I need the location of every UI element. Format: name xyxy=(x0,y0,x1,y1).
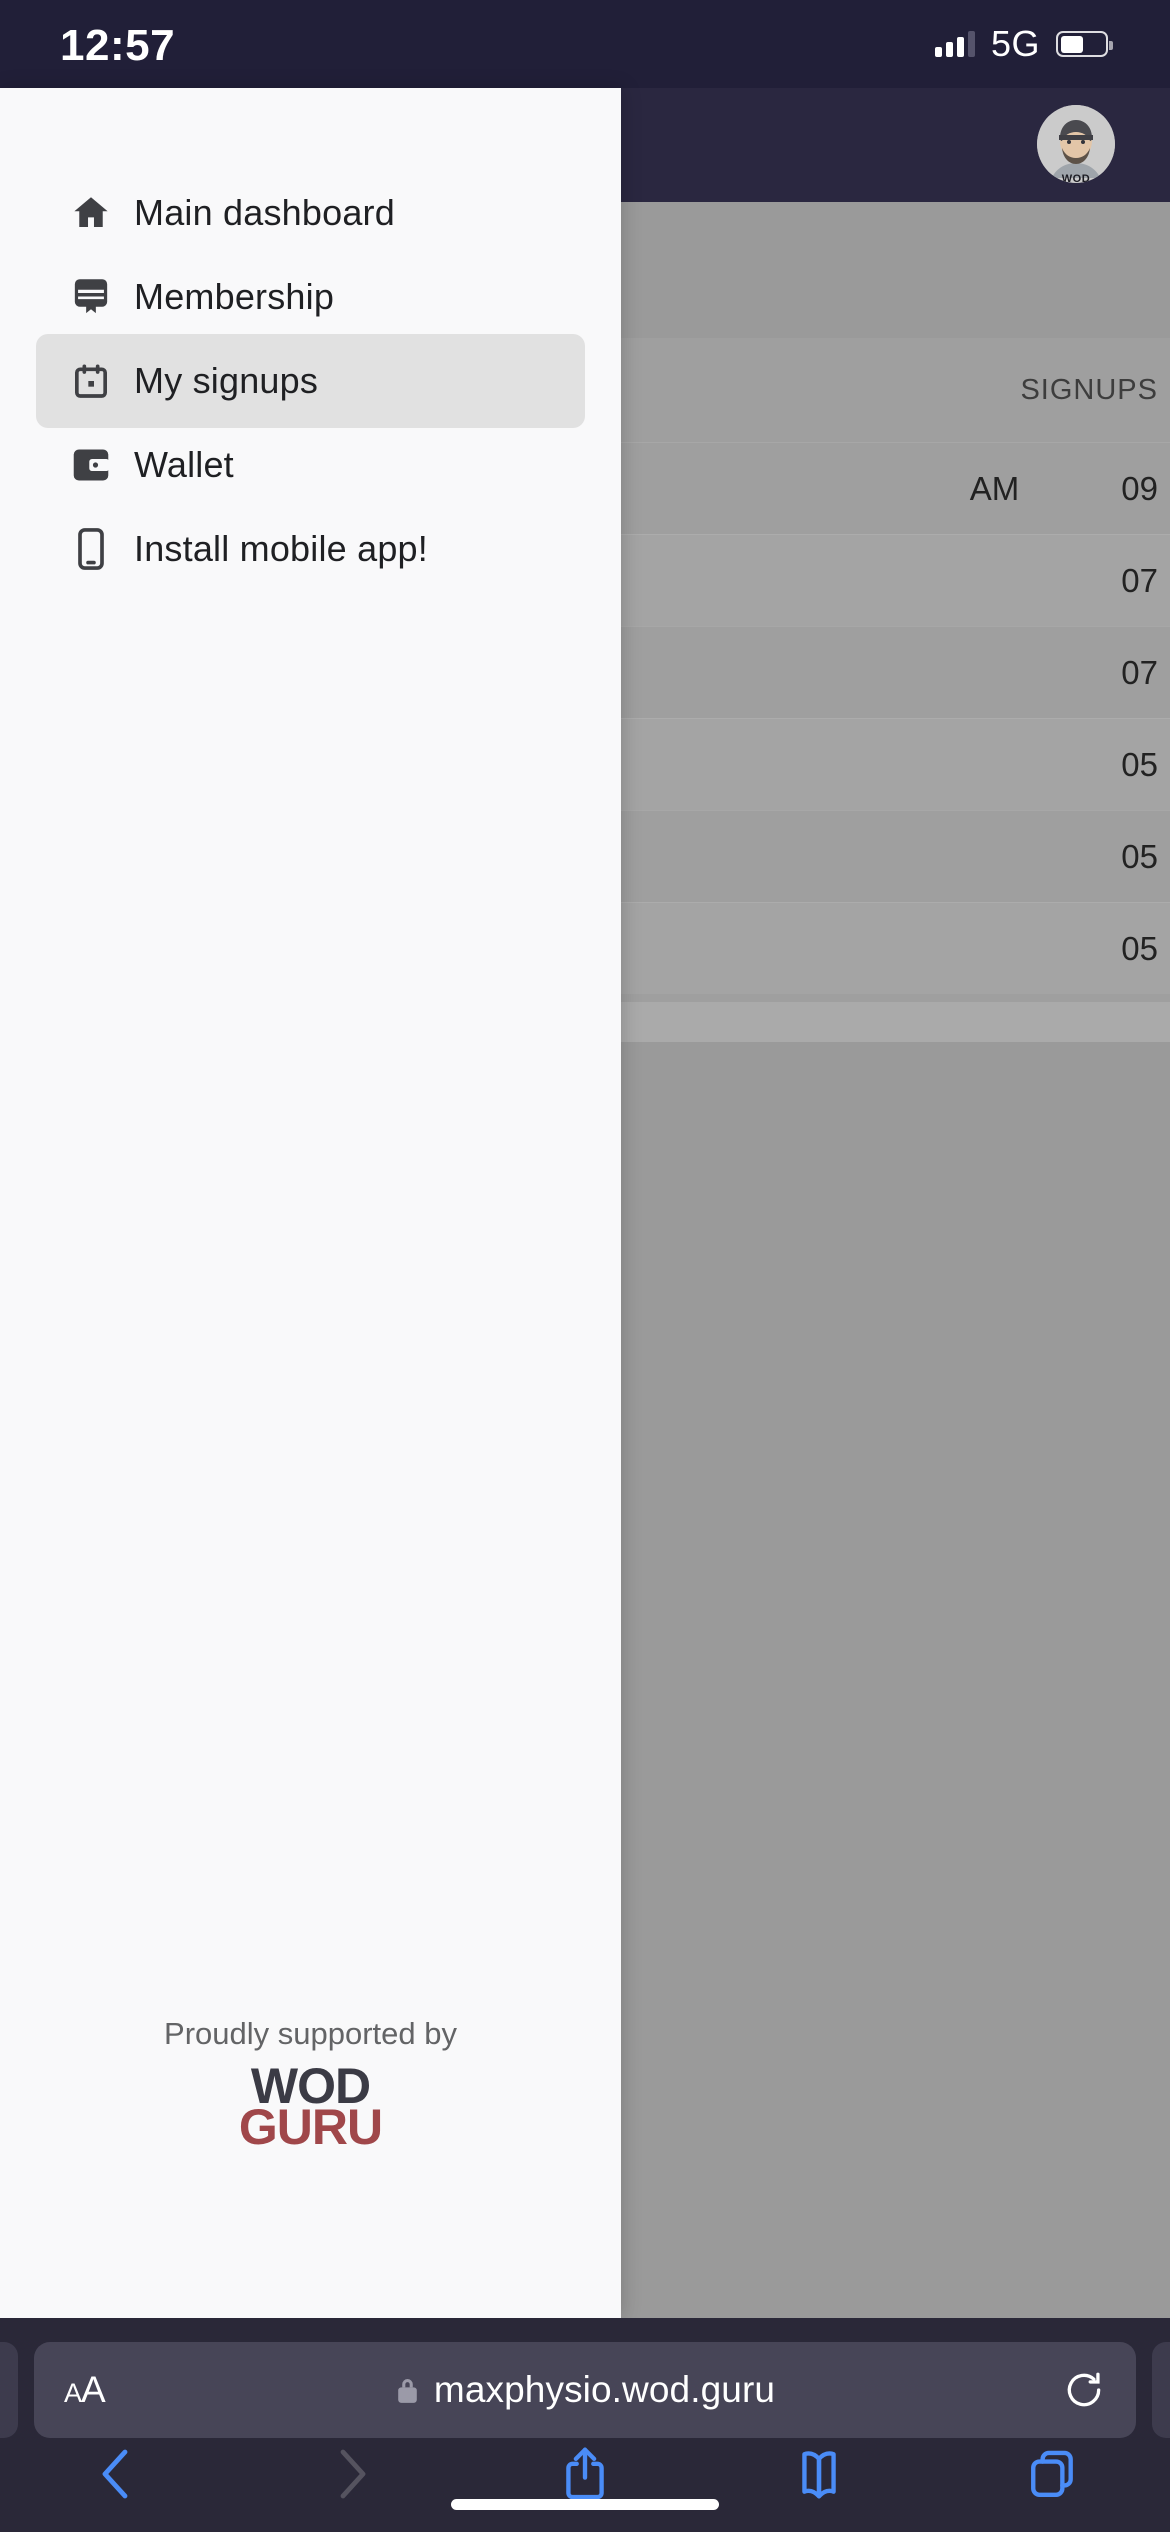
address-bar[interactable]: AA maxphysio.wod.guru xyxy=(34,2342,1136,2438)
home-icon xyxy=(48,192,134,234)
home-indicator[interactable] xyxy=(451,2499,719,2510)
cell-time: 05 xyxy=(1121,837,1158,875)
sidebar-item-wallet[interactable]: Wallet xyxy=(36,418,585,512)
membership-card-icon xyxy=(48,276,134,318)
avatar[interactable]: WOD xyxy=(1037,105,1115,183)
table-row[interactable]: 07 xyxy=(620,626,1170,718)
url-bar-row: AA maxphysio.wod.guru xyxy=(0,2342,1170,2438)
back-button[interactable] xyxy=(0,2448,234,2500)
sidebar-item-membership[interactable]: Membership xyxy=(36,250,585,344)
forward-button[interactable] xyxy=(234,2448,468,2500)
reload-icon[interactable] xyxy=(1062,2368,1106,2412)
cell-time: 05 xyxy=(1121,745,1158,783)
network-type-label: 5G xyxy=(990,23,1040,64)
table-row[interactable]: 07 xyxy=(620,534,1170,626)
sidebar-item-label: Install mobile app! xyxy=(134,528,428,569)
cell-am: AM xyxy=(969,469,1020,507)
wallet-icon xyxy=(48,446,134,484)
mobile-phone-icon xyxy=(48,527,134,571)
bookmarks-button[interactable] xyxy=(702,2448,936,2500)
sidebar-item-label: Wallet xyxy=(134,444,234,485)
browser-bottom-bar: AA maxphysio.wod.guru xyxy=(0,2318,1170,2532)
cell-time: 07 xyxy=(1121,561,1158,599)
table-footer xyxy=(620,1002,1170,1042)
navigation-drawer: Main dashboard Membership My signups Wal… xyxy=(0,88,621,2318)
sidebar-item-label: Membership xyxy=(134,276,335,317)
status-time: 12:57 xyxy=(60,21,176,70)
drawer-spacer xyxy=(0,596,621,2016)
status-indicators: 5G xyxy=(934,23,1113,65)
battery-icon xyxy=(1056,31,1113,57)
previous-tab-peek[interactable] xyxy=(0,2342,18,2438)
tabs-button[interactable] xyxy=(936,2448,1170,2500)
table-row[interactable]: 05 xyxy=(620,810,1170,902)
browser-toolbar xyxy=(0,2444,1170,2504)
share-button[interactable] xyxy=(468,2446,702,2502)
phone-screen: WOD SIGNUPS AM 09 07 07 05 05 05 12:57 5… xyxy=(0,0,1170,2532)
signal-bars-icon xyxy=(934,31,975,57)
status-bar: 12:57 5G xyxy=(0,0,1170,88)
avatar-brand-label: WOD xyxy=(1061,173,1091,183)
wodguru-logo[interactable]: WOD GURU xyxy=(0,2061,621,2318)
table-row[interactable]: AM 09 xyxy=(620,442,1170,534)
sidebar-item-label: Main dashboard xyxy=(134,192,395,233)
sidebar-item-main-dashboard[interactable]: Main dashboard xyxy=(36,166,585,260)
cell-time: 07 xyxy=(1121,653,1158,691)
table-header-signups: SIGNUPS xyxy=(1020,373,1158,406)
sidebar-item-label: My signups xyxy=(134,360,319,401)
drawer-menu: Main dashboard Membership My signups Wal… xyxy=(0,88,621,596)
lock-icon xyxy=(395,2375,420,2406)
url-text: maxphysio.wod.guru xyxy=(433,2369,776,2410)
url-display: maxphysio.wod.guru xyxy=(34,2369,1136,2411)
cell-time: 05 xyxy=(1121,929,1158,967)
next-tab-peek[interactable] xyxy=(1152,2342,1170,2438)
calendar-icon xyxy=(48,361,134,401)
text-size-button[interactable]: AA xyxy=(64,2369,106,2411)
sidebar-item-install-mobile-app[interactable]: Install mobile app! xyxy=(36,502,585,596)
table-row[interactable]: 05 xyxy=(620,902,1170,994)
cell-time: 09 xyxy=(1121,469,1158,507)
signups-table[interactable]: SIGNUPS AM 09 07 07 05 05 05 xyxy=(620,338,1170,1042)
table-row[interactable]: 05 xyxy=(620,718,1170,810)
wodguru-logo-guru: GURU xyxy=(238,2099,383,2155)
sidebar-item-my-signups[interactable]: My signups xyxy=(36,334,585,428)
